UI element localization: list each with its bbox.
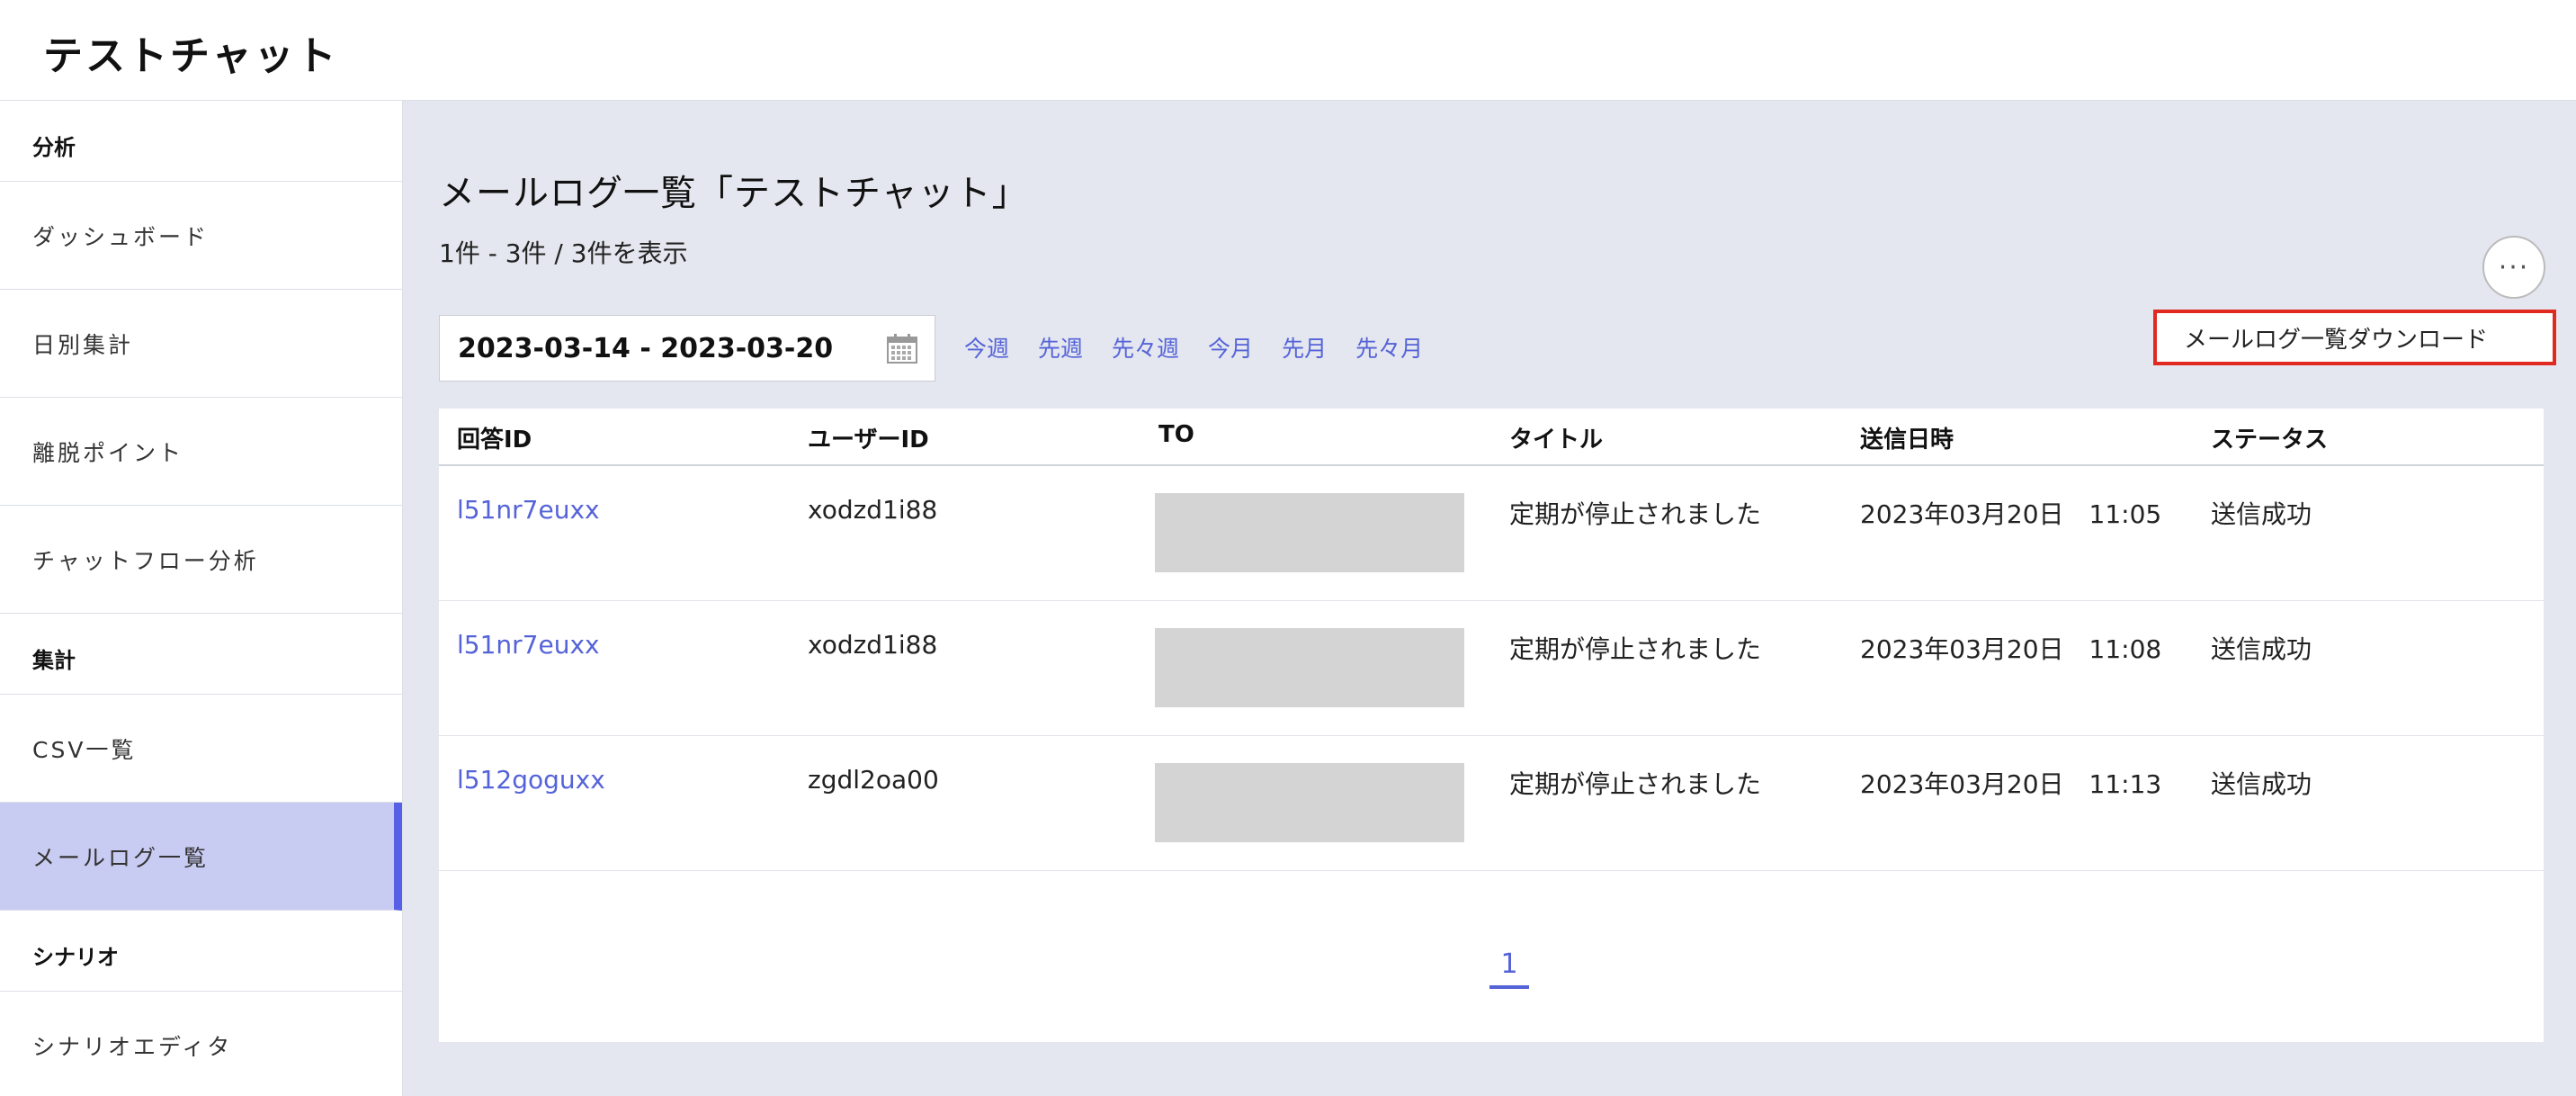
status: 送信成功	[2211, 769, 2312, 799]
page-1-link[interactable]: 1	[1489, 948, 1529, 989]
to-redacted	[1155, 493, 1464, 572]
result-count: 1件 - 3件 / 3件を表示	[439, 238, 688, 268]
link-two-months-ago[interactable]: 先々月	[1355, 331, 1423, 364]
mail-log-table: 回答ID ユーザーID TO タイトル 送信日時 ステータス l51nr7eux…	[439, 409, 2544, 1042]
sidebar-item-maillog[interactable]: メールログ一覧	[0, 803, 402, 911]
link-last-month[interactable]: 先月	[1282, 331, 1327, 364]
app-title: テストチャット	[43, 33, 339, 79]
status: 送信成功	[2211, 634, 2312, 664]
sent-at: 2023年03月20日 11:13	[1860, 769, 2162, 799]
app-header: テストチャット	[0, 0, 2576, 101]
table-row: l51nr7euxx xodzd1i88 定期が停止されました 2023年03月…	[439, 601, 2544, 736]
link-two-weeks-ago[interactable]: 先々週	[1112, 331, 1179, 364]
answer-id-link[interactable]: l512goguxx	[457, 765, 605, 795]
page-title: メールログ一覧「テストチャット」	[439, 173, 1029, 214]
link-this-week[interactable]: 今週	[964, 331, 1009, 364]
link-last-week[interactable]: 先週	[1038, 331, 1083, 364]
sidebar-section-analysis: 分析	[0, 101, 402, 182]
sidebar-item-dropoff[interactable]: 離脱ポイント	[0, 398, 402, 506]
date-range-value: 2023-03-14 - 2023-03-20	[458, 332, 834, 364]
main-content: メールログ一覧「テストチャット」 1件 - 3件 / 3件を表示 ··· メール…	[403, 101, 2576, 1096]
sidebar-item-scenario-editor[interactable]: シナリオエディタ	[0, 992, 402, 1096]
status: 送信成功	[2211, 499, 2312, 529]
pagination: 1	[439, 948, 2544, 989]
sidebar: 分析 ダッシュボード 日別集計 離脱ポイント チャットフロー分析 集計 CSV一…	[0, 101, 403, 1096]
sent-at: 2023年03月20日 11:08	[1860, 634, 2162, 664]
date-range-picker[interactable]: 2023-03-14 - 2023-03-20	[439, 315, 935, 382]
table-header: 回答ID ユーザーID TO タイトル 送信日時 ステータス	[439, 409, 2544, 466]
sidebar-item-chatflow[interactable]: チャットフロー分析	[0, 506, 402, 614]
sidebar-item-dashboard[interactable]: ダッシュボード	[0, 182, 402, 290]
sidebar-section-aggregate: 集計	[0, 614, 402, 695]
answer-id-link[interactable]: l51nr7euxx	[457, 630, 600, 660]
sidebar-item-daily[interactable]: 日別集計	[0, 290, 402, 398]
header-answer-id: 回答ID	[457, 427, 532, 454]
user-id: xodzd1i88	[808, 630, 938, 660]
sent-at: 2023年03月20日 11:05	[1860, 499, 2162, 529]
table-row: l51nr7euxx xodzd1i88 定期が停止されました 2023年03月…	[439, 466, 2544, 601]
header-sent-at: 送信日時	[1860, 427, 1954, 454]
link-this-month[interactable]: 今月	[1208, 331, 1253, 364]
mail-title: 定期が停止されました	[1509, 499, 1762, 529]
header-title: タイトル	[1509, 427, 1604, 454]
to-redacted	[1155, 628, 1464, 707]
calendar-icon[interactable]	[886, 332, 918, 364]
download-menu-item[interactable]: メールログ一覧ダウンロード	[2153, 310, 2556, 365]
user-id: zgdl2oa00	[808, 765, 939, 795]
table-row: l512goguxx zgdl2oa00 定期が停止されました 2023年03月…	[439, 736, 2544, 871]
answer-id-link[interactable]: l51nr7euxx	[457, 495, 600, 525]
sidebar-section-scenario: シナリオ	[0, 911, 402, 992]
to-redacted	[1155, 763, 1464, 842]
header-user-id: ユーザーID	[808, 427, 929, 454]
user-id: xodzd1i88	[808, 495, 938, 525]
mail-title: 定期が停止されました	[1509, 634, 1762, 664]
sidebar-item-csv[interactable]: CSV一覧	[0, 695, 402, 803]
header-status: ステータス	[2211, 427, 2329, 454]
quick-date-links: 今週 先週 先々週 今月 先月 先々月	[964, 331, 1452, 364]
header-to: TO	[1158, 421, 1194, 448]
mail-title: 定期が停止されました	[1509, 769, 1762, 799]
more-options-button[interactable]: ···	[2482, 236, 2545, 299]
